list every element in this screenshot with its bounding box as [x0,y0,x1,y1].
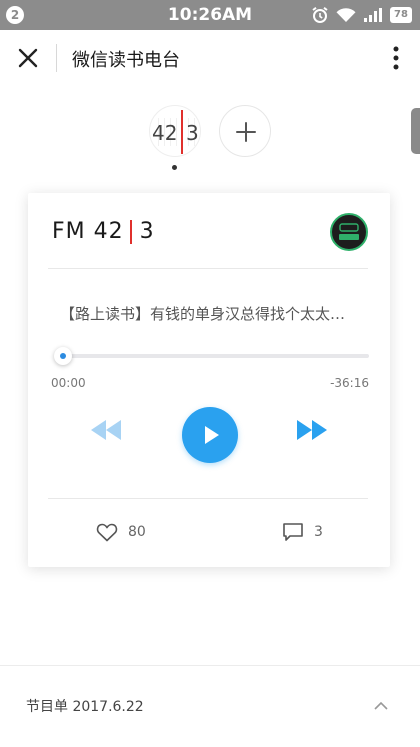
station-logo-icon [339,223,359,240]
comment-count: 3 [314,524,323,540]
wifi-icon [336,8,356,22]
status-bar: 2 10:26AM 78 [0,0,420,30]
player-card: FM 42 3 【路上读书】有钱的单身汉总得找个太太… 00:00 -36:16… [28,193,390,567]
station-chip[interactable]: 42 3 [149,105,201,157]
alarm-icon [312,6,328,23]
station-logo[interactable] [330,213,368,251]
side-drawer-handle[interactable] [411,108,420,154]
station-title-divider [129,219,132,244]
title-separator [56,44,57,72]
rewind-icon[interactable] [90,419,122,441]
play-button[interactable] [182,407,238,463]
elapsed-time: 00:00 [51,376,86,390]
more-vertical-icon[interactable] [392,44,400,72]
like-count: 80 [128,524,146,540]
play-icon [205,426,219,444]
add-station-button[interactable] [219,105,271,157]
card-divider-top [48,268,368,269]
page-title: 微信读书电台 [72,50,180,71]
schedule-label[interactable]: 节目单 2017.6.22 [26,696,144,716]
progress-track[interactable] [58,354,369,358]
card-divider-bottom [48,498,368,499]
comment-icon[interactable] [282,522,304,542]
title-bar: 微信读书电台 [0,30,420,86]
battery-icon: 78 [390,7,412,23]
plus-icon [236,122,256,142]
status-icons: 78 [311,5,412,25]
program-title[interactable]: 【路上读书】有钱的单身汉总得找个太太… [60,303,360,324]
bottom-divider [0,665,420,666]
station-title: FM 42 3 [52,219,155,244]
page-indicator-dot [172,165,177,170]
station-title-prefix: FM 42 [52,219,124,244]
station-indicator-bar [181,110,183,154]
station-chip-right-number: 3 [186,121,199,145]
station-title-suffix: 3 [139,219,155,244]
close-icon[interactable] [14,44,42,72]
fast-forward-icon[interactable] [296,419,328,441]
heart-icon[interactable] [96,522,118,542]
station-chip-left-number: 42 [152,121,178,145]
progress-knob[interactable] [54,347,72,365]
signal-icon [364,8,382,22]
chevron-up-icon[interactable] [373,701,389,711]
remaining-time: -36:16 [330,376,369,390]
